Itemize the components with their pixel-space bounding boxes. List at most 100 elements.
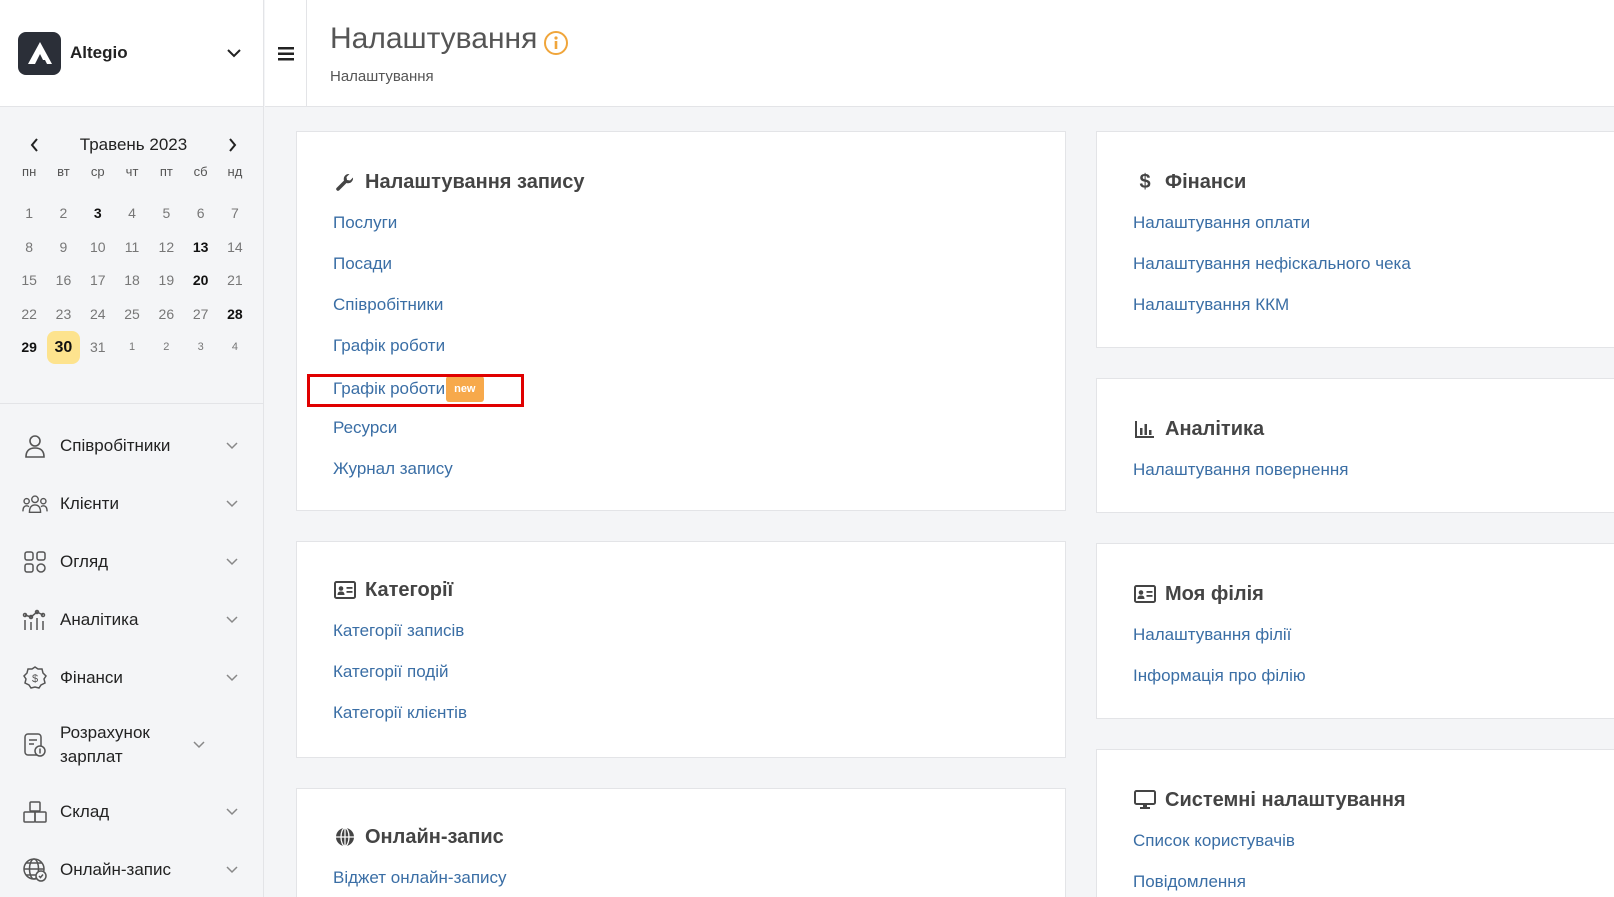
grid-icon — [22, 549, 48, 575]
card-title: Моя філія — [1165, 582, 1264, 605]
calendar-day[interactable]: 26 — [149, 298, 183, 332]
chevron-down-icon — [223, 669, 241, 687]
calendar-day[interactable]: 1 — [12, 197, 46, 231]
link-return-settings[interactable]: Налаштування повернення — [1133, 459, 1348, 500]
new-badge: new — [446, 376, 484, 402]
weekday-label: чт — [125, 164, 139, 179]
calendar-day[interactable]: 29 — [12, 331, 46, 365]
link-online-widget[interactable]: Віджет онлайн-запису — [333, 867, 507, 897]
calendar-day[interactable]: 18 — [115, 264, 149, 298]
chevron-down-icon — [223, 803, 241, 821]
link-positions[interactable]: Посади — [333, 253, 484, 294]
sidebar-item-analytics[interactable]: Аналітика — [0, 591, 263, 649]
card-my-branch: Моя філія Налаштування філії Інформація … — [1096, 543, 1614, 719]
link-resources[interactable]: Ресурси — [333, 417, 484, 458]
calendar-day[interactable]: 8 — [12, 231, 46, 265]
weekday-label: вт — [57, 164, 70, 179]
link-work-schedule[interactable]: Графік роботи — [333, 335, 484, 376]
link-work-schedule-new[interactable]: Графік роботи new — [333, 376, 484, 417]
wrench-icon — [333, 170, 357, 194]
calendar-day[interactable]: 9 — [46, 231, 80, 265]
calendar-day[interactable]: 22 — [12, 298, 46, 332]
calendar-day[interactable]: 5 — [149, 197, 183, 231]
calendar-day[interactable]: 31 — [81, 331, 115, 365]
sidebar: Altegio Травень 2023 пн вт ср чт пт сб н… — [0, 0, 264, 897]
prev-month-icon[interactable] — [24, 135, 44, 155]
mini-calendar: Травень 2023 пн вт ср чт пт сб нд 1 2 3 … — [0, 107, 263, 404]
link-nonfiscal-receipt[interactable]: Налаштування нефіскального чека — [1133, 253, 1411, 294]
monitor-icon — [1133, 788, 1157, 812]
sidebar-item-overview[interactable]: Огляд — [0, 533, 263, 591]
sidebar-item-label: Клієнти — [60, 494, 119, 513]
card-title: Онлайн-запис — [365, 825, 504, 848]
link-branch-settings[interactable]: Налаштування філії — [1133, 624, 1306, 665]
calendar-day-next-month[interactable]: 3 — [183, 331, 217, 365]
calendar-day[interactable]: 3 — [81, 197, 115, 231]
calendar-day[interactable]: 21 — [218, 264, 252, 298]
today-label: 30 — [46, 331, 80, 365]
sidebar-item-payroll[interactable]: Розрахунок зарплат — [0, 707, 263, 783]
calendar-day[interactable]: 14 — [218, 231, 252, 265]
hamburger-icon — [277, 46, 294, 60]
calendar-day[interactable]: 27 — [183, 298, 217, 332]
link-label: Графік роботи — [333, 379, 446, 398]
calendar-day[interactable]: 20 — [183, 264, 217, 298]
weekday-label: нд — [227, 164, 243, 179]
calendar-day-next-month[interactable]: 4 — [218, 331, 252, 365]
link-kkm-settings[interactable]: Налаштування ККМ — [1133, 294, 1411, 335]
dollar-icon: $ — [22, 665, 48, 691]
link-booking-categories[interactable]: Категорії записів — [333, 620, 467, 661]
link-services[interactable]: Послуги — [333, 212, 484, 253]
calendar-day[interactable]: 16 — [46, 264, 80, 298]
link-employees[interactable]: Співробітники — [333, 294, 484, 335]
info-icon[interactable] — [543, 30, 569, 61]
sidebar-item-employees[interactable]: Співробітники — [0, 417, 263, 475]
calendar-day[interactable]: 12 — [149, 231, 183, 265]
calendar-day-next-month[interactable]: 1 — [115, 331, 149, 365]
branch-selector[interactable]: Altegio — [0, 0, 263, 107]
payroll-icon — [22, 732, 48, 758]
calendar-day[interactable]: 19 — [149, 264, 183, 298]
link-client-categories[interactable]: Категорії клієнтів — [333, 702, 467, 743]
calendar-day[interactable]: 2 — [46, 197, 80, 231]
link-notifications[interactable]: Повідомлення — [1133, 871, 1295, 897]
calendar-day[interactable]: 15 — [12, 264, 46, 298]
sidebar-item-label: Фінанси — [60, 668, 123, 687]
sidebar-item-online-booking[interactable]: Онлайн-запис — [0, 841, 263, 897]
link-payment-settings[interactable]: Налаштування оплати — [1133, 212, 1411, 253]
sidebar-item-warehouse[interactable]: Склад — [0, 783, 263, 841]
chevron-down-icon — [190, 736, 208, 754]
calendar-day[interactable]: 28 — [218, 298, 252, 332]
weekday-label: пт — [159, 164, 173, 179]
svg-text:$: $ — [32, 673, 38, 685]
link-event-categories[interactable]: Категорії подій — [333, 661, 467, 702]
card-title: Системні налаштування — [1165, 788, 1406, 811]
link-booking-log[interactable]: Журнал запису — [333, 458, 484, 499]
analytics-icon — [22, 607, 48, 633]
clients-icon — [22, 491, 48, 517]
next-month-icon[interactable] — [223, 135, 243, 155]
calendar-day[interactable]: 10 — [81, 231, 115, 265]
calendar-day[interactable]: 17 — [81, 264, 115, 298]
menu-toggle-button[interactable] — [265, 0, 307, 107]
sidebar-item-finance[interactable]: $ Фінанси — [0, 649, 263, 707]
link-user-list[interactable]: Список користувачів — [1133, 830, 1295, 871]
chevron-down-icon[interactable] — [223, 42, 245, 64]
link-branch-info[interactable]: Інформація про філію — [1133, 665, 1306, 706]
calendar-day-next-month[interactable]: 2 — [149, 331, 183, 365]
calendar-day[interactable]: 13 — [183, 231, 217, 265]
calendar-day[interactable]: 11 — [115, 231, 149, 265]
calendar-day[interactable]: 4 — [115, 197, 149, 231]
card-system-settings: Системні налаштування Список користувачі… — [1096, 749, 1614, 897]
calendar-day[interactable]: 24 — [81, 298, 115, 332]
calendar-day[interactable]: 23 — [46, 298, 80, 332]
calendar-day-today[interactable]: 30 — [46, 331, 80, 365]
card-finance: $ Фінанси Налаштування оплати Налаштуван… — [1096, 131, 1614, 348]
id-card-icon — [1133, 582, 1157, 606]
calendar-grid: пн вт ср чт пт сб нд 1 2 3 4 5 6 7 8 9 1… — [0, 161, 263, 365]
calendar-day[interactable]: 7 — [218, 197, 252, 231]
calendar-day[interactable]: 25 — [115, 298, 149, 332]
sidebar-item-clients[interactable]: Клієнти — [0, 475, 263, 533]
calendar-day[interactable]: 6 — [183, 197, 217, 231]
sidebar-nav: Співробітники Клієнти Огляд Аналітика $ … — [0, 404, 263, 897]
